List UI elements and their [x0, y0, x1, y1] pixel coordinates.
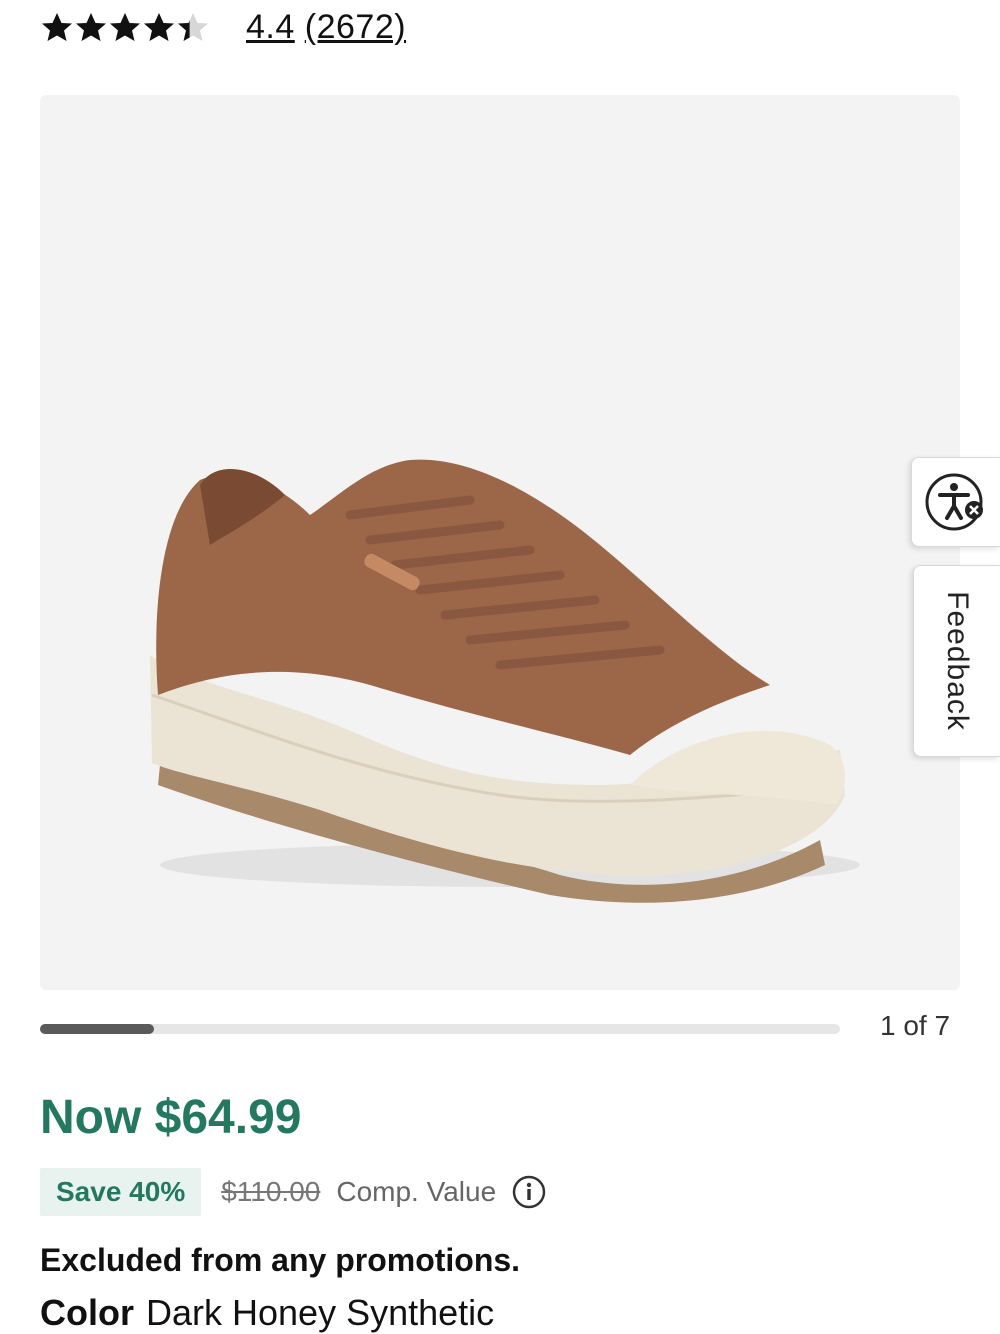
- rating-value: 4.4: [246, 8, 295, 46]
- star-rating: [40, 11, 210, 45]
- savings-row: Save 40% $110.00 Comp. Value: [40, 1168, 546, 1216]
- star-icon: [178, 12, 208, 41]
- product-image[interactable]: [40, 95, 960, 990]
- star-icon: [110, 12, 140, 41]
- gallery-progress-fill: [40, 1024, 155, 1034]
- save-badge: Save 40%: [40, 1168, 202, 1216]
- promotion-notice: Excluded from any promotions.: [40, 1242, 521, 1278]
- sneaker-illustration: [150, 459, 860, 903]
- gallery-progress: [40, 1024, 840, 1034]
- info-icon[interactable]: [512, 1175, 546, 1209]
- sale-price: Now $64.99: [40, 1091, 302, 1144]
- feedback-label: Feedback: [941, 591, 974, 731]
- accessibility-icon: [925, 473, 983, 531]
- star-icon: [76, 12, 106, 41]
- rating-row: 4.4 (2672): [40, 0, 406, 55]
- image-counter: 1 of 7: [880, 1010, 951, 1041]
- color-value: Dark Honey Synthetic: [146, 1292, 495, 1333]
- original-price: $110.00: [221, 1176, 321, 1207]
- comp-value-label: Comp. Value: [336, 1176, 497, 1207]
- star-icon: [42, 12, 72, 41]
- feedback-tab[interactable]: Feedback: [913, 565, 1000, 757]
- color-label: Color: [40, 1292, 134, 1333]
- accessibility-button[interactable]: [911, 457, 1000, 547]
- rating-link[interactable]: 4.4 (2672): [246, 8, 406, 47]
- star-icon: [144, 12, 174, 41]
- color-selection: Color Dark Honey Synthetic: [40, 1292, 494, 1334]
- review-count: (2672): [304, 8, 407, 46]
